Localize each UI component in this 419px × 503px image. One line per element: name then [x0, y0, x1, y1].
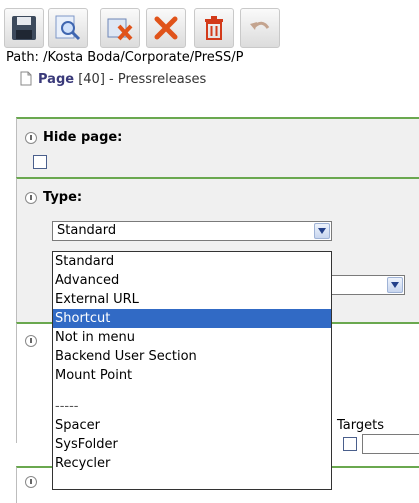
- target-checkbox[interactable]: [343, 437, 357, 451]
- option-external-url[interactable]: External URL: [53, 290, 331, 309]
- target-input[interactable]: [362, 434, 419, 454]
- section-hide-page: Hide page:: [16, 117, 419, 177]
- view-button[interactable]: [48, 8, 88, 48]
- page-icon: [20, 71, 32, 90]
- option-sysfolder[interactable]: SysFolder: [53, 435, 331, 454]
- help-icon[interactable]: [25, 476, 37, 488]
- page-header: Page [40] - Pressreleases: [20, 71, 206, 90]
- option-backend-user-section[interactable]: Backend User Section: [53, 347, 331, 366]
- chevron-down-icon: [314, 223, 330, 239]
- help-icon[interactable]: [25, 191, 37, 204]
- trash-icon: [202, 15, 226, 41]
- option-spacer[interactable]: Spacer: [53, 416, 331, 435]
- type-heading: Type:: [25, 190, 82, 205]
- close-button[interactable]: [146, 8, 186, 48]
- option-separator: -----: [55, 399, 79, 414]
- breadcrumb-path: Path: /Kosta Boda/Corporate/PreSS/P: [6, 50, 244, 65]
- type-label: Type:: [43, 190, 83, 205]
- save-icon: [11, 15, 37, 41]
- help-icon[interactable]: [25, 335, 37, 347]
- option-standard[interactable]: Standard: [53, 252, 331, 271]
- target-label: Targets: [337, 418, 384, 433]
- save-button[interactable]: [4, 8, 44, 48]
- page-id-title: [40] - Pressreleases: [74, 72, 207, 87]
- hide-page-heading: Hide page:: [25, 130, 122, 145]
- section-next-heading: [25, 476, 37, 488]
- help-icon[interactable]: [25, 131, 37, 144]
- chevron-down-icon: [387, 277, 403, 293]
- type-select-value: Standard: [57, 223, 117, 238]
- option-not-in-menu[interactable]: Not in menu: [53, 328, 331, 347]
- option-shortcut[interactable]: Shortcut: [53, 309, 331, 328]
- delete-button[interactable]: [194, 8, 234, 48]
- undo-icon: [248, 16, 272, 40]
- option-recycler[interactable]: Recycler: [53, 454, 331, 473]
- page-label: Page: [38, 72, 75, 87]
- save-close-icon: [106, 14, 134, 42]
- undo-button[interactable]: [240, 8, 280, 48]
- type-dropdown-list: Standard Advanced External URL Shortcut …: [52, 251, 332, 490]
- magnifier-icon: [54, 14, 82, 42]
- section-shortcut-heading: [25, 335, 37, 347]
- save-close-button[interactable]: [100, 8, 140, 48]
- type-select[interactable]: Standard: [52, 221, 332, 241]
- close-icon: [153, 15, 179, 41]
- hide-page-checkbox[interactable]: [33, 155, 47, 169]
- option-mount-point[interactable]: Mount Point: [53, 366, 331, 385]
- option-advanced[interactable]: Advanced: [53, 271, 331, 290]
- hide-page-label: Hide page:: [43, 130, 123, 145]
